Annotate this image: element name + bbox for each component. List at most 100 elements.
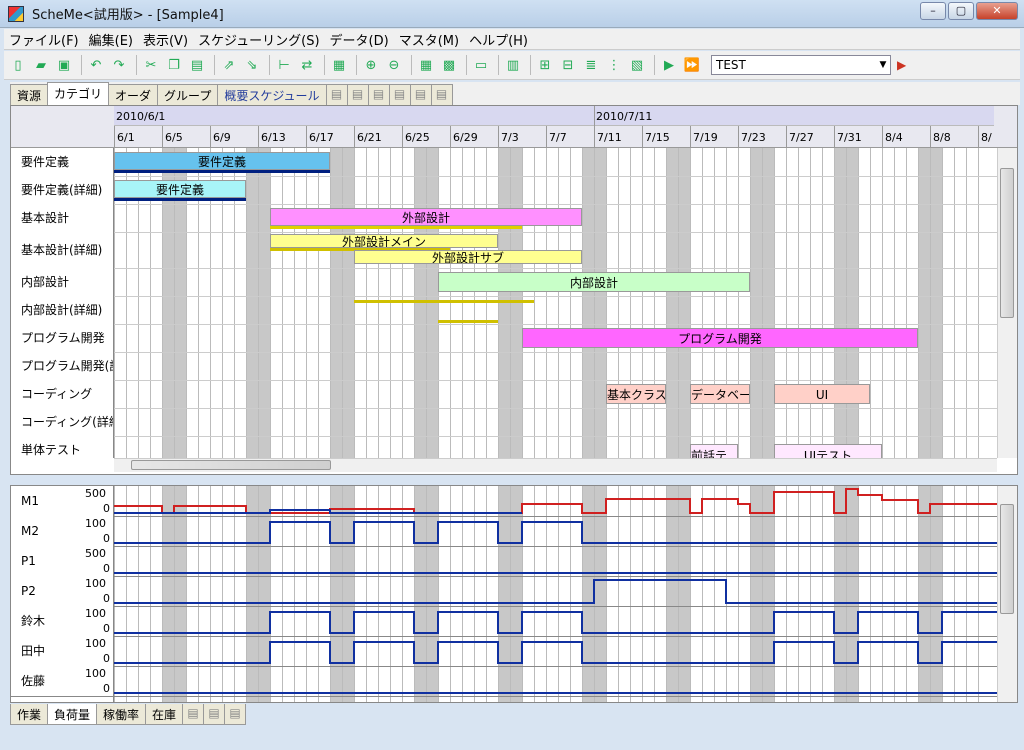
task-bar[interactable]: データベー… — [690, 384, 750, 404]
row-label: 基本設計 — [11, 204, 113, 232]
paste-icon[interactable]: ▤ — [187, 55, 207, 75]
minimize-button[interactable]: – — [920, 2, 946, 20]
menu-scheduling[interactable]: スケジューリング(S) — [193, 30, 325, 49]
day-gridline — [630, 148, 631, 458]
day-gridline — [582, 148, 583, 458]
run-icon[interactable]: ▶ — [659, 55, 679, 75]
day-gridline — [930, 148, 931, 458]
bottom-tab-3[interactable]: 在庫 — [145, 704, 184, 725]
resource-icon[interactable]: ▧ — [627, 55, 647, 75]
print-icon[interactable]: ▤ — [430, 84, 453, 105]
month-label: 2010/7/11 — [596, 110, 653, 123]
weekend-column — [258, 148, 270, 458]
reassign-icon[interactable]: ⊟ — [558, 55, 578, 75]
redo-icon[interactable]: ↷ — [109, 55, 129, 75]
copy-icon[interactable]: ❐ — [164, 55, 184, 75]
chevron-down-icon[interactable]: ▼ — [876, 60, 890, 70]
task-bar[interactable]: 基本クラス — [606, 384, 666, 404]
task-bar[interactable]: プログラム開発 — [522, 328, 918, 348]
import-icon[interactable]: ⇘ — [242, 55, 262, 75]
task-bar[interactable]: 外部設計 — [270, 208, 582, 226]
bottom-tab-1[interactable]: 負荷量 — [47, 704, 98, 725]
bottom-tab-0[interactable]: 作業 — [10, 704, 49, 725]
print-icon[interactable]: ▤ — [224, 704, 247, 725]
load-min-label: 0 — [103, 562, 110, 575]
load-max-label: 500 — [85, 487, 106, 500]
gantt-vscroll-thumb[interactable] — [1000, 168, 1014, 318]
task-bar[interactable]: 前話テ… — [690, 444, 738, 458]
zoom-in-icon[interactable]: ⊕ — [361, 55, 381, 75]
day-gridline — [366, 148, 367, 458]
app-icon — [8, 5, 24, 22]
task-bar[interactable]: UIテスト — [774, 444, 882, 458]
new-file-icon[interactable]: ▯ — [8, 55, 28, 75]
copy-tab-icon[interactable]: ▤ — [367, 84, 390, 105]
zoom-out-icon[interactable]: ⊖ — [384, 55, 404, 75]
load-vscroll-thumb[interactable] — [1000, 504, 1014, 614]
task-progress — [270, 226, 522, 229]
edit-tab-icon[interactable]: ▤ — [346, 84, 369, 105]
tab-2[interactable]: オーダ — [108, 84, 159, 105]
gantt-grid: 要件定義 要件定義(詳細) 基本設計 基本設計(詳細) 内部設計 内部設計(詳細) プログラ… — [11, 148, 997, 458]
split-icon[interactable]: ▭ — [471, 55, 491, 75]
load-max-label: 100 — [85, 637, 106, 650]
link-icon[interactable]: ⇄ — [297, 55, 317, 75]
day-gridline — [846, 148, 847, 458]
task-bar[interactable]: 内部設計 — [438, 272, 750, 292]
move-tab-icon[interactable]: ▤ — [388, 84, 411, 105]
date-divider — [738, 126, 739, 148]
gantt-color-icon[interactable]: ▩ — [439, 55, 459, 75]
priority-icon[interactable]: ≣ — [581, 55, 601, 75]
task-bar[interactable]: 要件定義 — [114, 180, 246, 198]
bottom-tab-2[interactable]: 稼働率 — [96, 704, 147, 725]
calendar-icon[interactable]: ▦ — [329, 55, 349, 75]
export-icon[interactable]: ⇗ — [219, 55, 239, 75]
menu-edit[interactable]: 編集(E) — [84, 30, 138, 49]
day-gridline — [606, 148, 607, 458]
load-max-label: 100 — [85, 607, 106, 620]
menu-help[interactable]: ヘルプ(H) — [464, 30, 533, 49]
book-icon[interactable]: ▥ — [503, 55, 523, 75]
load-min-label: 0 — [103, 532, 110, 545]
day-gridline — [942, 148, 943, 458]
task-bar[interactable]: 要件定義 — [114, 152, 330, 170]
day-gridline — [618, 148, 619, 458]
run-schedule-icon[interactable]: ▶ — [897, 58, 906, 72]
fast-forward-icon[interactable]: ⏩ — [682, 55, 702, 75]
day-gridline — [318, 148, 319, 458]
add-tab-icon[interactable]: ▤ — [325, 84, 348, 105]
assign-icon[interactable]: ⊞ — [535, 55, 555, 75]
task-bar[interactable]: 外部設計サブ — [354, 250, 582, 264]
schedule-select[interactable]: TEST ▼ — [711, 55, 891, 75]
month-divider — [594, 106, 595, 126]
add-tab-icon[interactable]: ▤ — [182, 704, 205, 725]
cut-icon[interactable]: ✂ — [141, 55, 161, 75]
page-icon[interactable]: ▤ — [203, 704, 226, 725]
page-icon[interactable]: ▤ — [409, 84, 432, 105]
row-label: 単体テスト — [11, 436, 113, 458]
weekend-column — [510, 148, 522, 458]
undo-icon[interactable]: ↶ — [86, 55, 106, 75]
menu-file[interactable]: ファイル(F) — [4, 30, 84, 49]
task-bar[interactable]: UI — [774, 384, 870, 404]
tab-1[interactable]: カテゴリ — [47, 82, 110, 105]
day-gridline — [906, 148, 907, 458]
gantt-hscroll-thumb[interactable] — [131, 460, 331, 470]
tab-0[interactable]: 資源 — [10, 84, 49, 105]
tab-3[interactable]: グループ — [157, 84, 219, 105]
weekend-column — [594, 148, 606, 458]
menu-master[interactable]: マスタ(M) — [394, 30, 464, 49]
menu-view[interactable]: 表示(V) — [138, 30, 193, 49]
close-button[interactable]: ✕ — [976, 2, 1018, 20]
tab-4[interactable]: 概要スケジュール — [217, 84, 327, 105]
date-divider — [882, 126, 883, 148]
grid-icon[interactable]: ▦ — [416, 55, 436, 75]
sequence-icon[interactable]: ⋮ — [604, 55, 624, 75]
menu-data[interactable]: データ(D) — [325, 30, 394, 49]
date-label: 7/15 — [645, 131, 670, 144]
open-folder-icon[interactable]: ▰ — [31, 55, 51, 75]
save-icon[interactable]: ▣ — [54, 55, 74, 75]
task-bar[interactable]: 外部設計メイン — [270, 234, 498, 248]
maximize-button[interactable]: ▢ — [948, 2, 974, 20]
tree-icon[interactable]: ⊢ — [274, 55, 294, 75]
